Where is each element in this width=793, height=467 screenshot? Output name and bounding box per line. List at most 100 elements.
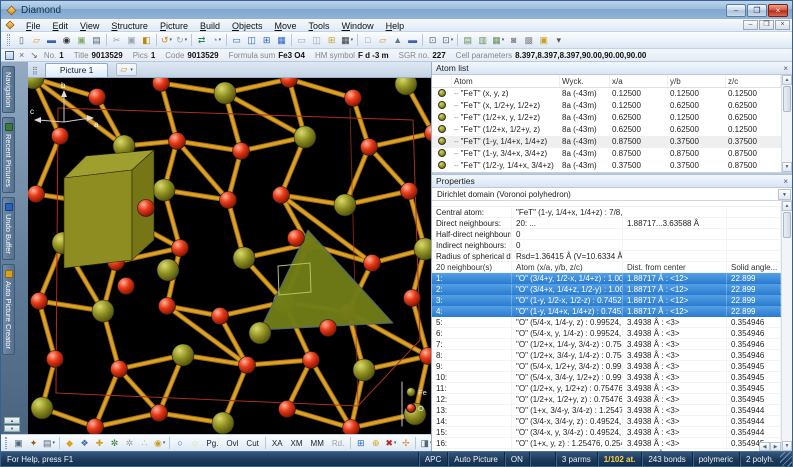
neighbour-row[interactable]: 12:"O" (1/2+x, 1/2+y, z) : 0.75476, 0.75… [432, 394, 781, 405]
destroy-button[interactable]: ✖▾ [383, 436, 398, 451]
neighbour-row[interactable]: 17:"FeT" (1+x, 1/2+y, 1/2+z) : 9/8, 5/8,… [432, 449, 781, 451]
neighbour-row[interactable]: 5:"O" (5/4-x, 1/4-y, z) : 0.99524, -0.00… [432, 317, 781, 328]
table-mode-button[interactable]: ▦▾ [339, 33, 355, 48]
structure-canvas-area[interactable]: bacFeO [28, 78, 431, 434]
cut-button[interactable]: Cut [242, 436, 262, 451]
monitor-2-button[interactable]: ⊡▾ [440, 33, 455, 48]
combo-dropdown-icon[interactable]: ▼ [778, 189, 791, 200]
sidebar-tab-navigation[interactable]: Navigation [2, 66, 15, 113]
menu-edit[interactable]: Edit [47, 21, 75, 31]
frame-flat-button[interactable]: ▤ [460, 33, 475, 48]
render-stick-button[interactable]: ▩ [521, 33, 536, 48]
neighbour-row[interactable]: 3:"O" (1-y, 1/2-x, 1/2-z) : 0.74524, 0.2… [432, 295, 781, 306]
new-picture-button[interactable]: ▱ [375, 33, 390, 48]
menu-move[interactable]: Move [269, 21, 303, 31]
atom-list-close-icon[interactable]: × [783, 64, 788, 73]
fill-mode-button[interactable]: ◉▾ [152, 436, 167, 451]
layout-2-button[interactable]: ◫ [309, 33, 324, 48]
menu-view[interactable]: View [74, 21, 105, 31]
neighbour-row[interactable]: 14:"O" (3/4-x, 3/4-y, z) : 0.49524, 0.49… [432, 416, 781, 427]
add-cluster-button[interactable]: ❖ [77, 436, 92, 451]
pg-button[interactable]: Pg. [202, 436, 222, 451]
column-header[interactable]: x/a [610, 75, 668, 87]
layout-1-button[interactable]: ▭ [294, 33, 309, 48]
window-cascade-button[interactable]: ◫ [244, 33, 259, 48]
toolbar-grip[interactable] [7, 34, 10, 46]
copy-structure-button[interactable]: ▣ [74, 33, 89, 48]
copy-button[interactable]: ▣ [124, 33, 139, 48]
neighbour-row[interactable]: 7:"O" (1/2+x, 1/4-y, 3/4-z) : 0.75476, -… [432, 339, 781, 350]
remove-structure-icon[interactable]: × [19, 50, 24, 60]
build-polyhedra-button[interactable]: ◆ [62, 436, 77, 451]
neighbour-row[interactable]: 2:"O" (3/4+x, 1/4+z, 1/2-y) : 1.00476, 0… [432, 284, 781, 295]
scroll-thumb[interactable] [783, 86, 791, 112]
menu-objects[interactable]: Objects [226, 21, 269, 31]
atom-list-scrollbar[interactable]: ▲ ▼ [781, 75, 792, 172]
cell-edges-button[interactable]: ⊞ [353, 436, 368, 451]
picture-toolbar-grip[interactable] [5, 437, 7, 449]
lattice-button[interactable]: ∴ [137, 436, 152, 451]
layout-3-button[interactable]: ⊞ [324, 33, 339, 48]
atom-row[interactable]: "FeT" (1-y, 3/4+x, 3/4+z)8a (-43m)0.8750… [432, 148, 781, 160]
menu-picture[interactable]: Picture [154, 21, 194, 31]
toolbar-overflow-button[interactable]: ▾ [551, 33, 566, 48]
neighbour-row[interactable]: 9:"O" (5/4-x, 1/2+y, 3/4-z) : 0.99524, 0… [432, 361, 781, 372]
menu-window[interactable]: Window [336, 21, 380, 31]
column-header[interactable]: z/c [726, 75, 781, 87]
resize-grip[interactable] [780, 452, 792, 466]
connect-atoms-button[interactable]: ✼ [107, 436, 122, 451]
menu-file[interactable]: File [20, 21, 47, 31]
render-poly-button[interactable]: ▣ [536, 33, 551, 48]
save-file-button[interactable]: ▬ [44, 33, 59, 48]
neighbour-row[interactable]: 8:"O" (1/2+x, 3/4-y, 1/4-z) : 0.75476, 0… [432, 350, 781, 361]
tabbar-handle-icon[interactable]: ⣿ [32, 66, 39, 75]
broken-sphere-button[interactable]: ◌ [187, 436, 202, 451]
scroll-down-icon[interactable]: ▼ [782, 441, 792, 451]
coordination-sphere-button[interactable]: ○ [172, 436, 187, 451]
scroll-down-icon[interactable]: ▼ [782, 162, 792, 172]
blank-picture-button[interactable]: □ [360, 33, 375, 48]
strip-scroll[interactable]: ▲▼ [4, 417, 20, 432]
xa-button[interactable]: XA [268, 436, 287, 451]
new-picture-button[interactable]: ▱ ▾ [116, 63, 136, 76]
rd-button[interactable]: Rd. [328, 436, 348, 451]
properties-hscroll[interactable]: ◀▶ [759, 442, 781, 451]
render-ball-button[interactable]: ◙ [506, 33, 521, 48]
save-picture-button[interactable]: ▬ [405, 33, 420, 48]
properties-close-icon[interactable]: × [783, 177, 788, 186]
neighbour-row[interactable]: 16:"O" (1+x, y, z) : 1.25476, 0.25476, 0… [432, 438, 781, 449]
neighbour-row[interactable]: 4:"O" (1-y, 1/4+x, 1/4+z) : 0.74524, 0.5… [432, 306, 781, 317]
crystal-structure-scene[interactable]: bacFeO [28, 78, 431, 434]
column-header[interactable]: Atom [452, 75, 560, 87]
atom-row[interactable]: "FeT" (1-y, 1/4+x, 1/4+z)8a (-43m)0.8750… [432, 136, 781, 148]
packing-button[interactable]: ✲ [122, 436, 137, 451]
property-row[interactable]: Radius of spherical do...Rsd=1.36415 Å (… [432, 251, 781, 262]
property-row[interactable]: Half-direct neighbours:0 [432, 229, 781, 240]
scroll-up-icon[interactable]: ▲ [782, 201, 792, 211]
ovl-button[interactable]: Ovl [222, 436, 242, 451]
atom-row[interactable]: "FeT" (x, 1/2+y, 1/2+z)8a (-43m)0.125000… [432, 100, 781, 112]
xm-button[interactable]: XM [287, 436, 307, 451]
neighbour-header-row[interactable]: 20 neighbour(s)Atom (x/a, y/b, z/c)Dist.… [432, 262, 781, 273]
sidebar-tab-undo-buffer[interactable]: Undo Buffer [2, 197, 15, 260]
maximize-button[interactable]: ❐ [747, 4, 767, 17]
column-header[interactable]: Wyck. [560, 75, 610, 87]
undo-button[interactable]: ↺▾ [159, 33, 174, 48]
cut-button[interactable]: ✂ [109, 33, 124, 48]
close-button[interactable]: × [768, 4, 788, 17]
sidebar-tab-recent-pictures[interactable]: Recent Pictures [2, 117, 15, 193]
add-atom-button[interactable]: ✚ [92, 436, 107, 451]
window-viewports-button[interactable]: ▦ [274, 33, 289, 48]
mdi-close-button[interactable]: × [775, 20, 790, 30]
property-row[interactable]: Indirect neighbours:0 [432, 240, 781, 251]
neighbour-row[interactable]: 13:"O" (1+x, 3/4-y, 3/4-z) : 1.25476, 0.… [432, 405, 781, 416]
picture-view-button[interactable]: ▤▾ [41, 436, 57, 451]
atom-row[interactable]: "FeT" (1/2-y, 1/4+x, 3/4+z)8a (-43m)0.37… [432, 160, 781, 172]
screen-mode-button[interactable]: ▣ [11, 436, 26, 451]
neighbour-row[interactable]: 11:"O" (1/2+x, y, 1/2+z) : 0.75476, 0.25… [432, 383, 781, 394]
print-button[interactable]: ▤ [89, 33, 104, 48]
property-row[interactable]: Central atom:"FeT" (1-y, 1/4+x, 1/4+z) :… [432, 207, 781, 218]
properties-scrollbar[interactable]: ▲ ▼ [781, 201, 792, 451]
properties-mode-select[interactable]: Dirichlet domain (Voronoi polyhedron) ▼ [432, 188, 792, 201]
window-new-button[interactable]: ▭ [229, 33, 244, 48]
